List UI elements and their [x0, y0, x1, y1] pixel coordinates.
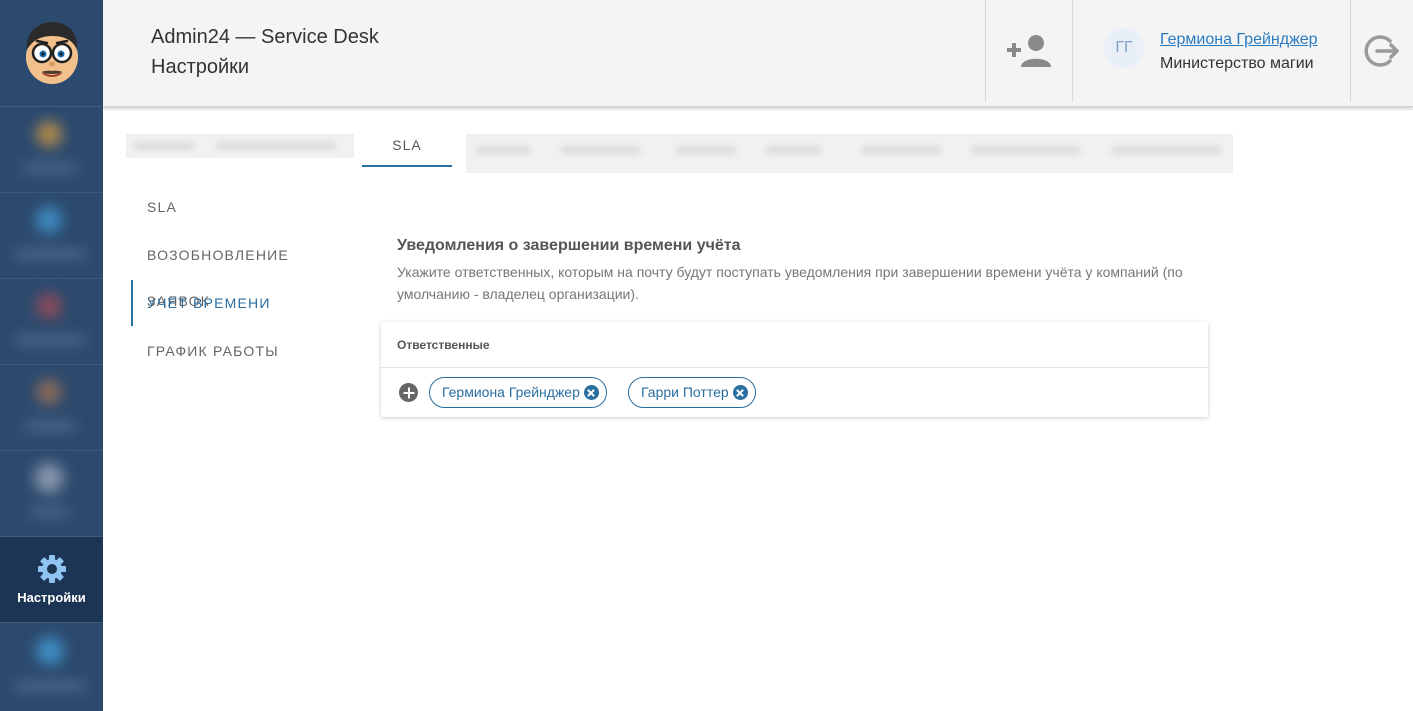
app-logo[interactable]	[0, 0, 103, 107]
user-organization: Министерство магии	[1160, 55, 1314, 72]
logout-icon	[1364, 35, 1399, 67]
left-sidebar: Настройки	[0, 0, 103, 711]
sidebar-item[interactable]	[0, 279, 103, 365]
responsible-chip: Гермиона Грейнджер	[429, 377, 607, 408]
add-responsible-button[interactable]	[399, 383, 418, 402]
sidebar-item-label: Настройки	[17, 590, 86, 605]
sidebar-item[interactable]	[0, 451, 103, 537]
menu-item-sla[interactable]: SLA	[131, 184, 356, 230]
add-user-button[interactable]	[987, 0, 1073, 102]
menu-item-ticket-reopen[interactable]: ВОЗОБНОВЛЕНИЕ ЗАЯВОК	[131, 232, 356, 309]
section-description: Укажите ответственных, которым на почту …	[397, 264, 1183, 302]
responsible-chip: Гарри Поттер	[628, 377, 756, 408]
sidebar-item[interactable]	[0, 365, 103, 451]
app-title: Admin24 — Service Desk	[151, 26, 379, 48]
chip-label: Гарри Поттер	[641, 384, 729, 400]
gear-icon	[37, 555, 66, 583]
user-name-link[interactable]: Гермиона Грейнджер	[1160, 31, 1318, 49]
nerd-face-logo-icon	[25, 22, 78, 84]
tab-blurred[interactable]	[466, 134, 1233, 173]
page-title: Настройки	[151, 56, 250, 78]
header-divider	[985, 0, 986, 102]
logout-button[interactable]	[1351, 0, 1413, 102]
chip-label: Гермиона Грейнджер	[442, 384, 580, 400]
menu-item-work-schedule[interactable]: ГРАФИК РАБОТЫ	[131, 328, 356, 374]
sidebar-item-settings[interactable]: Настройки	[0, 537, 103, 623]
section-title: Уведомления о завершении времени учёта	[397, 237, 741, 254]
sidebar-item[interactable]	[0, 193, 103, 279]
sidebar-item[interactable]	[0, 107, 103, 193]
menu-item-time-tracking[interactable]: УЧЁТ ВРЕМЕНИ	[131, 280, 356, 326]
add-user-icon	[1007, 35, 1051, 67]
remove-icon[interactable]	[583, 385, 599, 400]
header-divider	[1072, 0, 1073, 102]
sidebar-item[interactable]	[0, 623, 103, 711]
top-header: Admin24 — Service Desk Настройки ГГ Герм…	[103, 0, 1413, 107]
card-header: Ответственные	[381, 322, 1208, 368]
avatar[interactable]: ГГ	[1104, 28, 1144, 68]
tab-sla[interactable]: SLA	[362, 134, 452, 167]
responsibles-card: Ответственные Гермиона Грейнджер Гарри П…	[381, 322, 1208, 417]
tab-blurred[interactable]	[126, 134, 354, 158]
remove-icon[interactable]	[732, 385, 748, 400]
